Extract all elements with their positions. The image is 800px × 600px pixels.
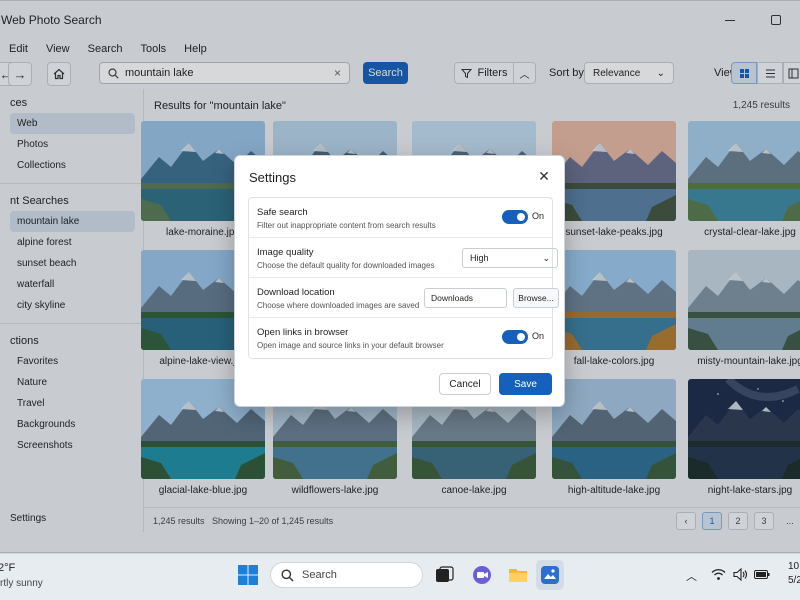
download-location-field[interactable]: Downloads (424, 288, 507, 308)
chevron-up-icon[interactable]: ︿ (686, 568, 697, 584)
battery-icon[interactable] (754, 570, 770, 579)
dialog-title: Settings (249, 170, 296, 185)
windows-start-icon[interactable] (237, 564, 259, 586)
setting-title: Open links in browser (257, 327, 349, 338)
close-icon: ✕ (538, 167, 550, 184)
image-quality-value: High (470, 253, 489, 263)
settings-dialog: Settings ✕ Safe search Filter out inappr… (234, 155, 565, 407)
taskbar-search-placeholder: Search (302, 569, 337, 581)
toggle-state: On (531, 331, 544, 341)
setting-open-links: Open links in browser Open image and sou… (249, 318, 552, 358)
file-explorer-icon[interactable] (507, 564, 529, 586)
toggle-state: On (531, 211, 544, 221)
setting-title: Download location (257, 287, 335, 298)
cancel-button[interactable]: Cancel (439, 373, 491, 395)
setting-description: Open image and source links in your defa… (257, 341, 444, 350)
clock-date[interactable]: 5/2 (788, 575, 800, 586)
browse-button[interactable]: Browse... (513, 288, 559, 308)
setting-title: Image quality (257, 247, 314, 258)
settings-list: Safe search Filter out inappropriate con… (248, 197, 559, 359)
close-button[interactable]: ✕ (536, 168, 552, 184)
setting-download-location: Download location Choose where downloade… (249, 278, 559, 318)
search-icon (281, 568, 294, 582)
image-quality-select[interactable]: High ⌄ (462, 248, 558, 268)
setting-image-quality: Image quality Choose the default quality… (249, 238, 558, 278)
download-location-value: Downloads (431, 293, 474, 303)
save-button[interactable]: Save (499, 373, 552, 395)
setting-description: Choose where downloaded images are saved (257, 301, 420, 310)
chevron-down-icon: ⌄ (542, 252, 550, 263)
safe-search-toggle[interactable] (502, 210, 528, 224)
weather-temperature[interactable]: 2°F (0, 562, 15, 574)
setting-safe-search: Safe search Filter out inappropriate con… (249, 198, 552, 238)
taskbar-search[interactable]: Search (270, 562, 423, 588)
wifi-icon[interactable] (711, 568, 726, 581)
setting-description: Choose the default quality for downloade… (257, 261, 435, 270)
setting-description: Filter out inappropriate content from se… (257, 221, 436, 230)
volume-icon[interactable] (733, 568, 748, 581)
photo-search-app-icon[interactable] (539, 564, 561, 586)
chat-app-icon[interactable] (471, 564, 493, 586)
setting-title: Safe search (257, 207, 308, 218)
weather-description[interactable]: rtly sunny (0, 578, 43, 589)
task-view-icon[interactable] (433, 564, 455, 586)
clock-time[interactable]: 10 (788, 561, 799, 572)
open-links-toggle[interactable] (502, 330, 528, 344)
